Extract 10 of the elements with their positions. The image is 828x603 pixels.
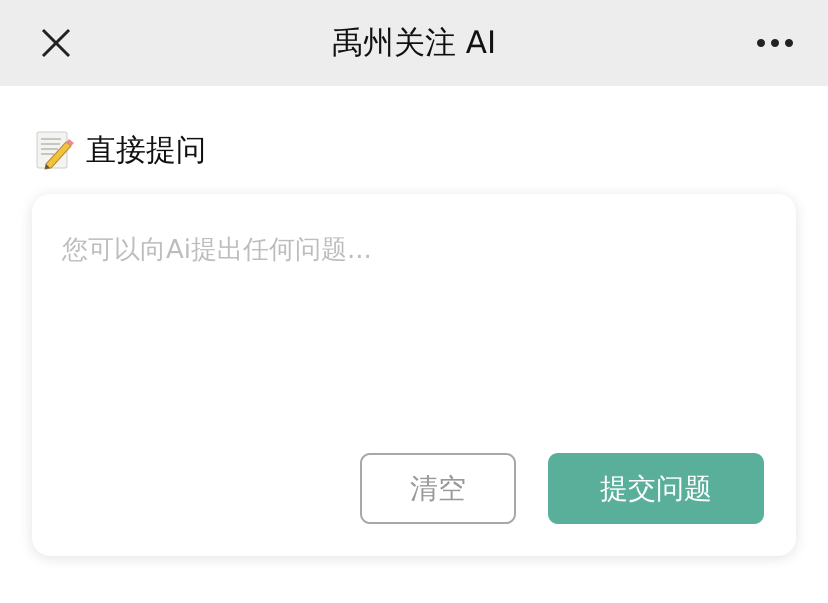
memo-icon xyxy=(36,130,74,170)
clear-button[interactable]: 清空 xyxy=(360,453,516,524)
more-button[interactable] xyxy=(756,38,794,48)
more-icon xyxy=(756,38,794,48)
question-input[interactable]: 您可以向Ai提出任何问题... xyxy=(62,232,764,453)
close-button[interactable] xyxy=(40,27,72,59)
submit-button[interactable]: 提交问题 xyxy=(548,453,764,524)
page-title: 禹州关注 AI xyxy=(332,24,496,63)
section-title: 直接提问 xyxy=(86,132,206,170)
close-icon xyxy=(40,27,72,59)
